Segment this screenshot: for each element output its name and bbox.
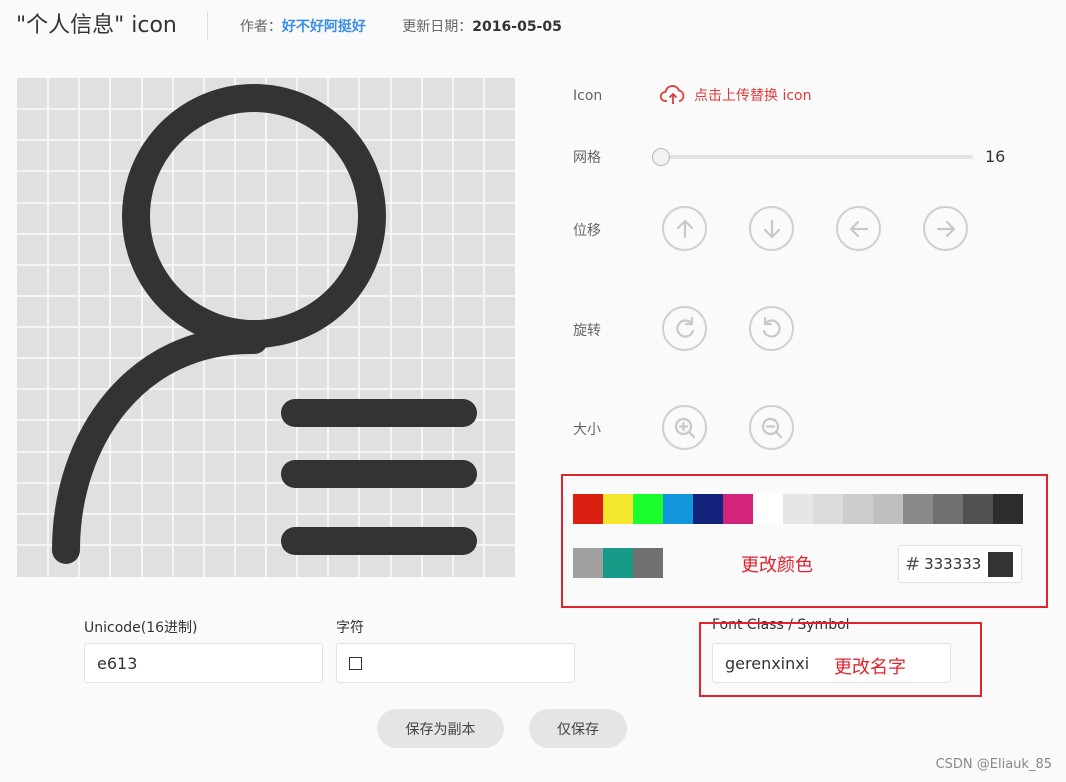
unicode-label: Unicode(16进制): [84, 620, 198, 636]
color-swatch[interactable]: [573, 494, 603, 524]
save-only-button[interactable]: 仅保存: [529, 709, 627, 748]
save-as-copy-button[interactable]: 保存为副本: [377, 709, 504, 748]
hex-value: 333333: [924, 555, 982, 573]
author-link[interactable]: 好不好阿挺好: [282, 19, 366, 35]
move-up-button[interactable]: [662, 206, 707, 251]
update-date: 2016-05-05: [472, 19, 562, 35]
color-swatch[interactable]: [843, 494, 873, 524]
color-swatch[interactable]: [663, 494, 693, 524]
move-label: 位移: [573, 223, 601, 239]
page-title: "个人信息" icon: [16, 12, 208, 40]
color-swatch[interactable]: [993, 494, 1023, 524]
color-swatch[interactable]: [933, 494, 963, 524]
change-color-annotation: 更改颜色: [741, 555, 813, 576]
glyph-placeholder-icon: [349, 656, 362, 670]
upload-icon-link[interactable]: 点击上传替换 icon: [660, 84, 811, 106]
hash-symbol: #: [905, 553, 921, 575]
color-swatch[interactable]: [723, 494, 753, 524]
rotate-counterclockwise-icon: [762, 316, 781, 338]
arrow-up-icon: [676, 219, 693, 238]
color-swatch[interactable]: [633, 494, 663, 524]
zoom-out-icon: [761, 417, 782, 438]
rotate-clockwise-icon: [675, 316, 694, 338]
color-swatch[interactable]: [873, 494, 903, 524]
date-label: 更新日期：: [402, 19, 473, 35]
author-label: 作者：: [239, 19, 282, 35]
color-swatch[interactable]: [753, 494, 783, 524]
zoom-in-icon: [674, 417, 695, 438]
color-swatch[interactable]: [603, 548, 633, 578]
hex-color-input[interactable]: # 333333: [898, 545, 1022, 583]
cloud-upload-icon: [660, 85, 685, 104]
char-input[interactable]: [336, 643, 575, 683]
size-label: 大小: [573, 422, 601, 438]
color-swatch[interactable]: [603, 494, 633, 524]
move-left-button[interactable]: [836, 206, 881, 251]
watermark: CSDN @Eliauk_85: [935, 757, 1052, 772]
color-swatch[interactable]: [633, 548, 663, 578]
page-header: "个人信息" icon 作者：好不好阿挺好 更新日期：2016-05-05: [16, 8, 562, 44]
author-meta: 作者：好不好阿挺好 更新日期：2016-05-05: [240, 16, 562, 36]
color-swatch[interactable]: [693, 494, 723, 524]
grid-label: 网格: [573, 150, 601, 166]
color-swatch[interactable]: [963, 494, 993, 524]
arrow-left-icon: [849, 220, 868, 237]
color-swatch[interactable]: [813, 494, 843, 524]
zoom-in-button[interactable]: [662, 405, 707, 450]
color-swatch[interactable]: [573, 548, 603, 578]
rotate-clockwise-button[interactable]: [662, 306, 707, 351]
arrow-down-icon: [763, 219, 780, 238]
change-name-annotation: 更改名字: [834, 657, 906, 678]
grid-slider-handle[interactable]: [652, 148, 670, 166]
color-swatch[interactable]: [783, 494, 813, 524]
person-info-icon: [17, 78, 515, 577]
zoom-out-button[interactable]: [749, 405, 794, 450]
rotate-counterclockwise-button[interactable]: [749, 306, 794, 351]
grid-slider-track[interactable]: [660, 155, 973, 159]
move-right-button[interactable]: [923, 206, 968, 251]
color-swatch[interactable]: [903, 494, 933, 524]
current-color-preview[interactable]: [988, 552, 1013, 577]
rotate-label: 旋转: [573, 323, 601, 339]
char-label: 字符: [336, 620, 364, 636]
grid-value: 16: [985, 147, 1006, 166]
icon-label: Icon: [573, 88, 603, 104]
icon-preview-canvas: [17, 78, 515, 577]
move-down-button[interactable]: [749, 206, 794, 251]
unicode-input[interactable]: e613: [84, 643, 323, 683]
upload-text: 点击上传替换 icon: [694, 88, 812, 104]
arrow-right-icon: [936, 220, 955, 237]
